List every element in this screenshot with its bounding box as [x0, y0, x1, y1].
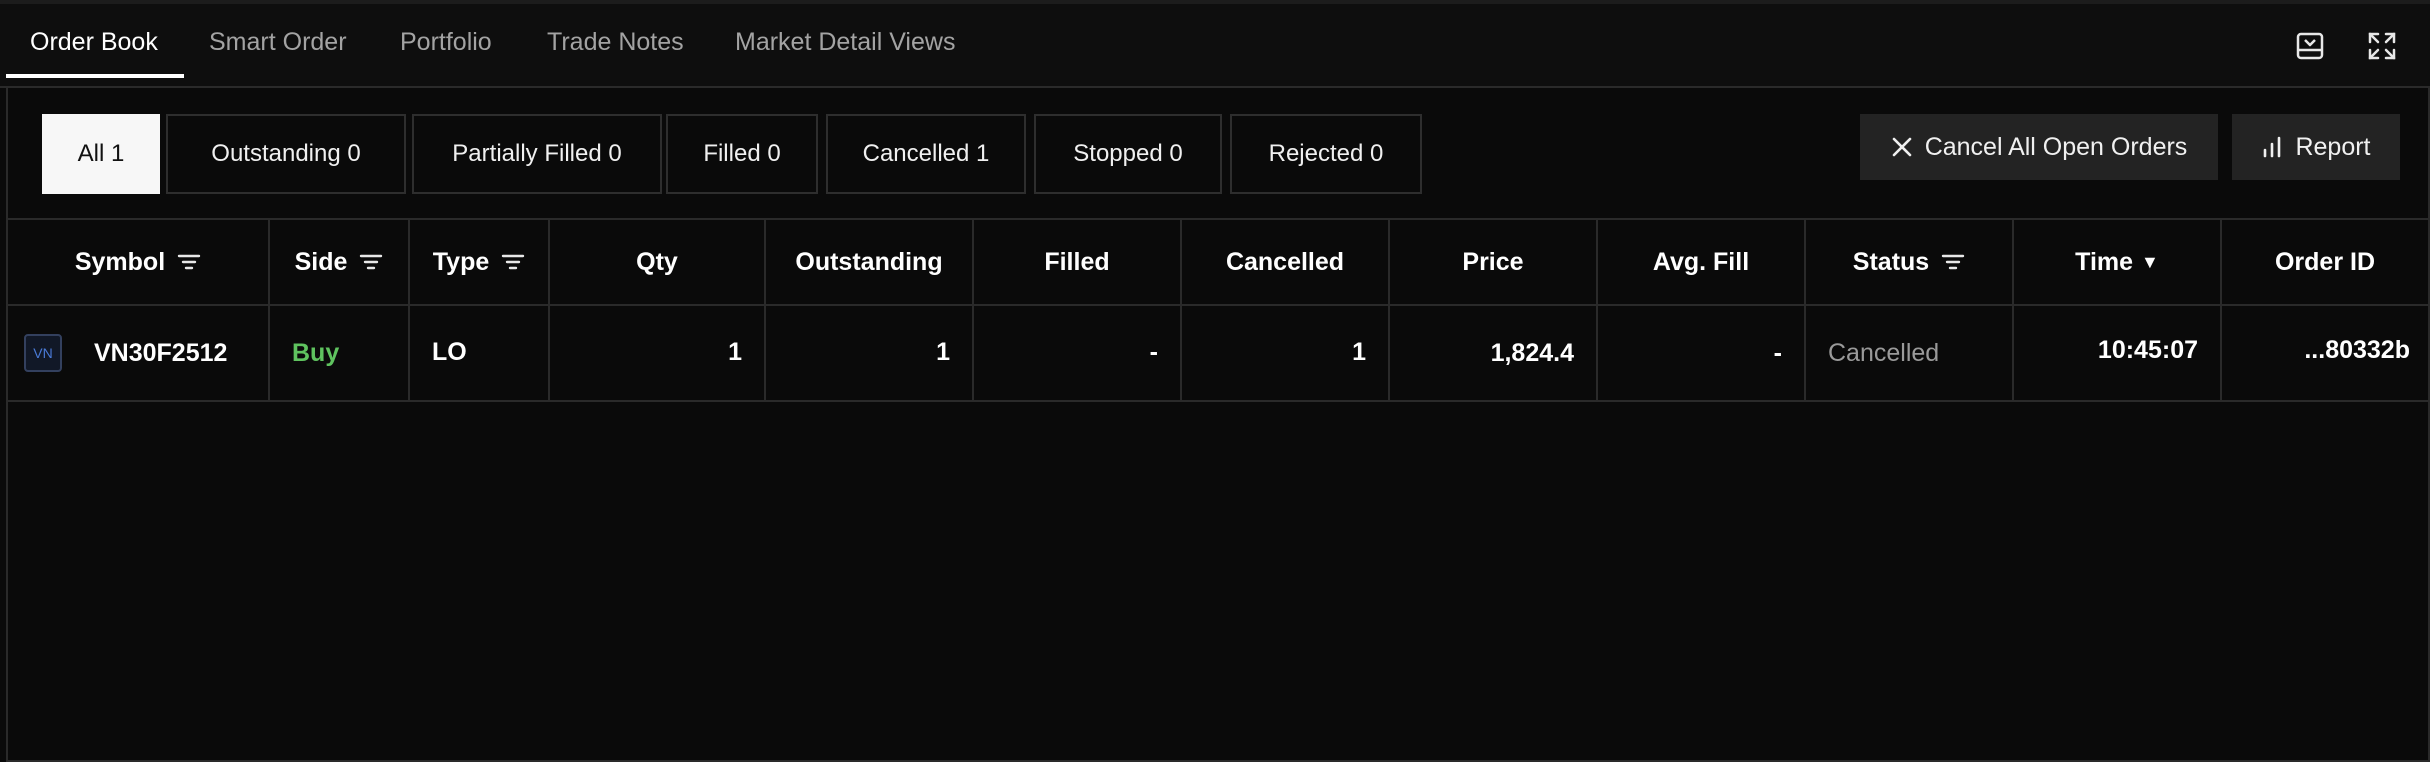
filter-partially-filled[interactable]: Partially Filled 0 [412, 114, 662, 194]
col-symbol[interactable]: Symbol [8, 220, 270, 304]
filter-filled[interactable]: Filled 0 [666, 114, 818, 194]
cell-filled: - [974, 306, 1182, 400]
minimize-panel-button[interactable] [2288, 24, 2332, 68]
exchange-badge: VN [24, 334, 62, 372]
cell-time: 10:45:07 [2014, 306, 2222, 400]
close-icon [1892, 137, 1911, 157]
filter-icon[interactable] [359, 253, 383, 271]
filter-icon[interactable] [1941, 253, 1965, 271]
col-outstanding[interactable]: Outstanding [766, 220, 974, 304]
active-tab-underline [6, 74, 184, 78]
col-cancelled[interactable]: Cancelled [1182, 220, 1390, 304]
filter-stopped[interactable]: Stopped 0 [1034, 114, 1222, 194]
col-price[interactable]: Price [1390, 220, 1598, 304]
tab-trade-notes[interactable]: Trade Notes [547, 28, 684, 57]
filter-rejected[interactable]: Rejected 0 [1230, 114, 1422, 194]
report-label: Report [2295, 132, 2371, 161]
tab-bar: Order Book Smart Order Portfolio Trade N… [0, 0, 2430, 88]
col-order-id[interactable]: Order ID [2222, 220, 2428, 304]
order-book-panel: All 1 Outstanding 0 Partially Filled 0 F… [6, 88, 2430, 762]
table-row[interactable]: VN VN30F2512 Buy LO 1 1 - 1 1,824.4 - Ca… [8, 306, 2428, 402]
filter-all[interactable]: All 1 [42, 114, 160, 194]
filter-icon[interactable] [177, 253, 201, 271]
cell-cancelled: 1 [1182, 306, 1390, 400]
cell-symbol[interactable]: VN VN30F2512 [8, 306, 270, 400]
cell-order-id[interactable]: ...80332b [2222, 306, 2428, 400]
minimize-panel-icon [2296, 32, 2324, 60]
report-button[interactable]: Report [2232, 114, 2400, 180]
cell-price: 1,824.4 [1390, 306, 1598, 400]
cell-avg-fill: - [1598, 306, 1806, 400]
col-time[interactable]: Time ▼ [2014, 220, 2222, 304]
filter-outstanding[interactable]: Outstanding 0 [166, 114, 406, 194]
symbol-text: VN30F2512 [94, 338, 228, 367]
cell-qty: 1 [550, 306, 766, 400]
filter-cancelled[interactable]: Cancelled 1 [826, 114, 1026, 194]
sort-desc-icon[interactable]: ▼ [2141, 252, 2159, 273]
tab-smart-order[interactable]: Smart Order [209, 28, 347, 57]
col-filled[interactable]: Filled [974, 220, 1182, 304]
cancel-all-label: Cancel All Open Orders [1924, 132, 2188, 161]
tab-order-book[interactable]: Order Book [30, 28, 158, 57]
expand-button[interactable] [2360, 24, 2404, 68]
col-qty[interactable]: Qty [550, 220, 766, 304]
bar-chart-icon [2264, 136, 2281, 158]
tab-portfolio[interactable]: Portfolio [400, 28, 492, 57]
cell-outstanding: 1 [766, 306, 974, 400]
tab-market-detail-views[interactable]: Market Detail Views [735, 28, 955, 57]
cell-type: LO [410, 306, 550, 400]
filter-icon[interactable] [501, 253, 525, 271]
top-border [0, 0, 2430, 4]
table-header: Symbol Side Type Qty Outstanding Filled … [8, 218, 2428, 306]
expand-icon [2368, 32, 2396, 60]
col-status[interactable]: Status [1806, 220, 2014, 304]
cell-status: Cancelled [1806, 306, 2014, 400]
col-side[interactable]: Side [270, 220, 410, 304]
col-type[interactable]: Type [410, 220, 550, 304]
cancel-all-open-orders-button[interactable]: Cancel All Open Orders [1860, 114, 2218, 180]
cell-side: Buy [270, 306, 410, 400]
col-avg-fill[interactable]: Avg. Fill [1598, 220, 1806, 304]
